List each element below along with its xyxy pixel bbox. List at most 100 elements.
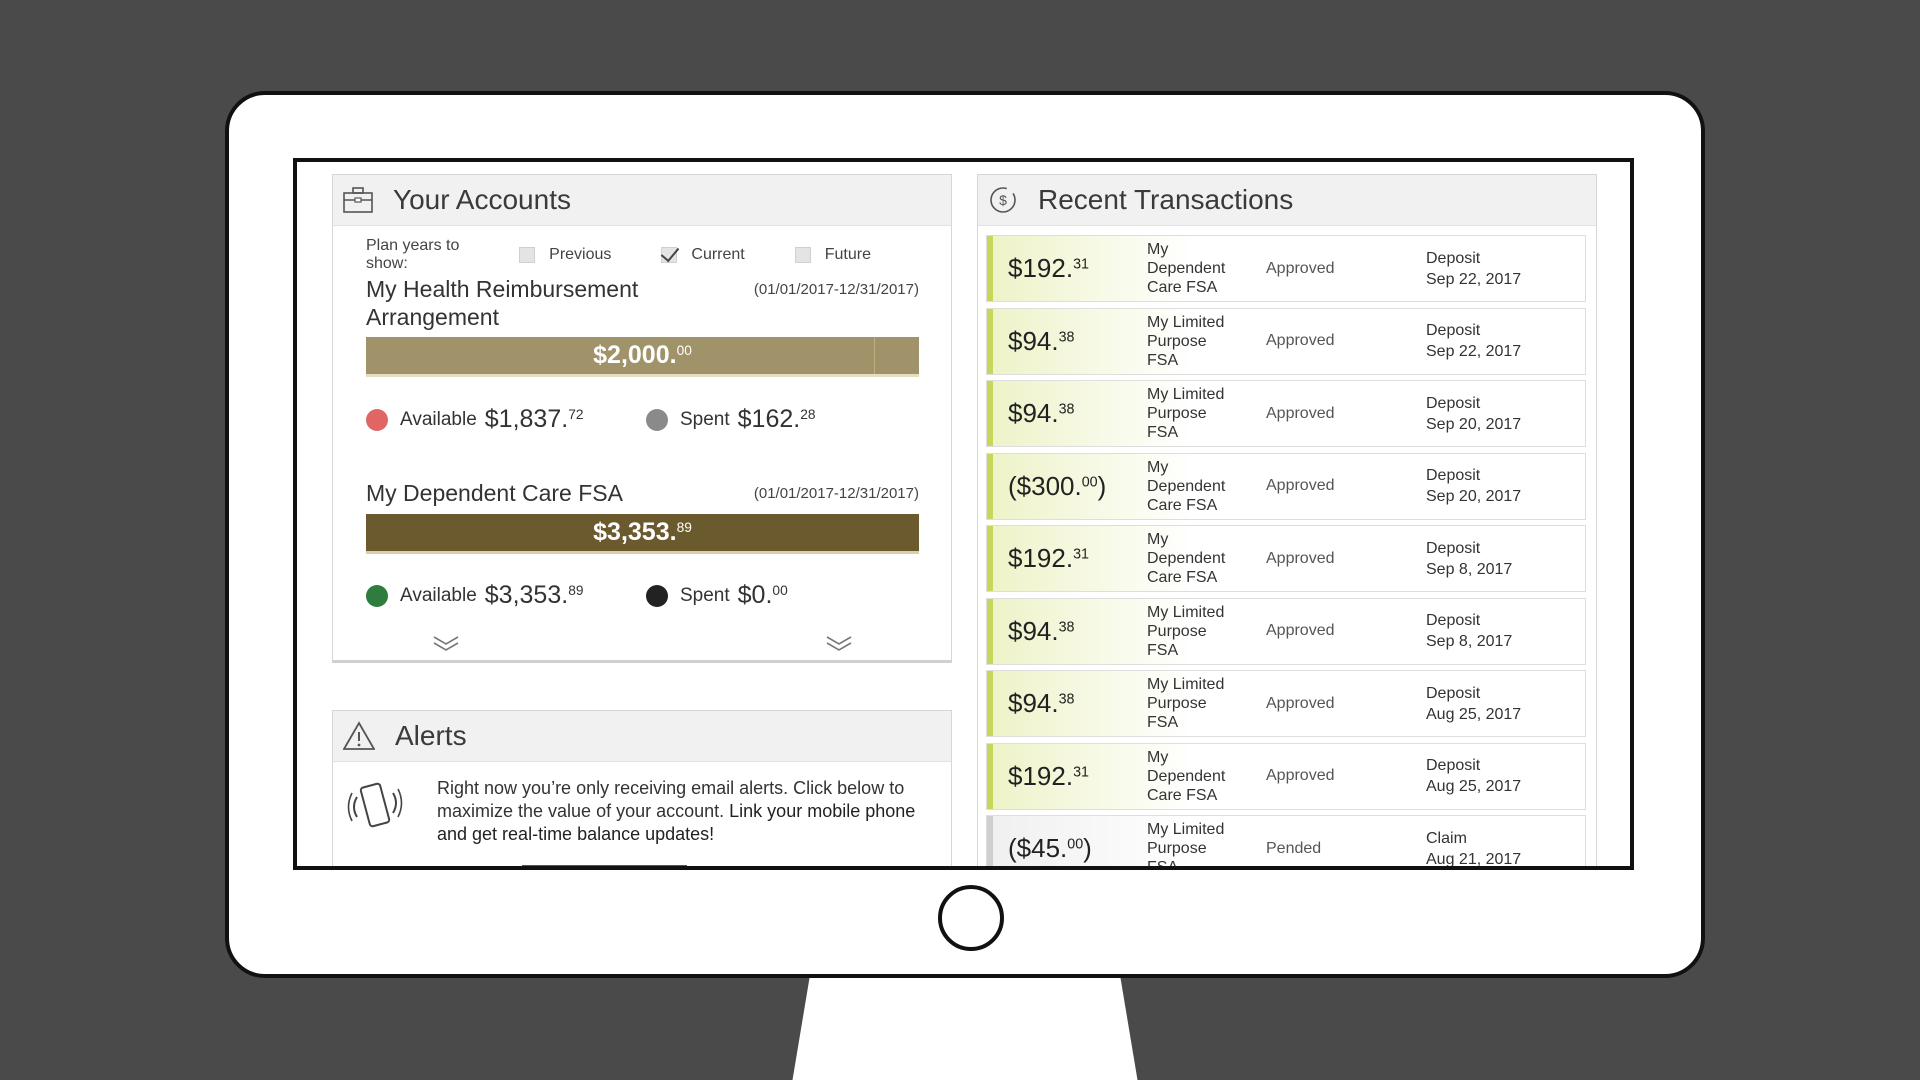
transaction-row[interactable]: $192.31 My Dependent Care FSA Approved Depo… (986, 525, 1586, 592)
account-legend: Available $1,837.72 Spent $162.28 (366, 405, 926, 434)
transaction-row[interactable]: $94.38 My Limited Purpose FSA Approved Depo… (986, 307, 1586, 375)
alerts-title: Alerts (395, 720, 467, 751)
transaction-date: Sep 8, 2017 (1426, 560, 1513, 578)
transaction-plan: My Dependent Care FSA (1147, 531, 1226, 586)
transaction-plan: My Limited Purpose FSA (1147, 386, 1225, 441)
transactions-panel: $ Recent Transactions $192.31 My Dependen… (977, 174, 1597, 867)
warning-icon (343, 721, 375, 751)
future-checkbox[interactable]: Future (794, 246, 871, 264)
checkbox-box[interactable] (794, 247, 811, 263)
transaction-row[interactable]: $94.38 My Limited Purpose FSA Approved Depo… (986, 380, 1586, 447)
account-name[interactable]: My Dependent Care FSA (366, 479, 696, 507)
spent-label: Spent (680, 584, 730, 606)
monitor-home-button (938, 885, 1004, 951)
transaction-type-date: Deposit Aug 25, 2017 (1426, 755, 1521, 797)
transaction-type-date: Claim Aug 21, 2017 (1426, 828, 1521, 867)
transaction-plan: My Dependent Care FSA (1147, 748, 1226, 804)
checkbox-box[interactable] (661, 247, 678, 263)
account-dates: (01/01/2017-12/31/2017) (753, 281, 919, 298)
transaction-type: Deposit (1426, 249, 1481, 267)
transaction-date: Aug 25, 2017 (1426, 778, 1522, 795)
transaction-plan: My Dependent Care FSA (1147, 458, 1226, 514)
transaction-type-date: Deposit Sep 22, 2017 (1426, 248, 1521, 290)
expand-chevron-icon[interactable] (433, 635, 459, 653)
transaction-date: Sep 20, 2017 (1426, 488, 1522, 505)
available-item: Available $3,353.89 (366, 581, 646, 610)
spent-item: Spent $162.28 (646, 405, 926, 434)
transaction-type: Deposit (1426, 394, 1481, 412)
transaction-type-date: Deposit Sep 22, 2017 (1426, 320, 1521, 362)
spent-dot (646, 408, 668, 431)
checkbox-box[interactable] (519, 247, 536, 263)
transaction-date: Sep 22, 2017 (1426, 270, 1522, 288)
transaction-plan: My Limited Purpose FSA (1147, 603, 1225, 659)
transaction-type-date: Deposit Sep 20, 2017 (1426, 465, 1521, 507)
spent-item: Spent $0.00 (646, 581, 926, 610)
expand-chevron-icon[interactable] (826, 635, 852, 653)
transaction-type: Claim (1426, 829, 1467, 847)
transaction-status: Approved (1266, 767, 1335, 784)
accounts-panel: Your Accounts Plan years to show: Previo… (332, 174, 952, 663)
transaction-row[interactable]: $192.31 My Dependent Care FSA Approved Depo… (986, 742, 1586, 810)
account-total: $3,353.89 (593, 518, 692, 546)
briefcase-icon (343, 187, 373, 213)
transaction-amount: $94.38 (1008, 615, 1075, 646)
transaction-row[interactable]: ($45.00) My Limited Purpose FSA Pended Clai… (986, 815, 1586, 867)
plan-years-label: Plan years to show: (366, 237, 460, 272)
account-balance-bar: $3,353.89 (366, 514, 919, 554)
checkbox-label: Previous (549, 246, 612, 263)
transaction-type-date: Deposit Sep 8, 2017 (1426, 610, 1512, 652)
plan-years-filter: Plan years to show: Previous Current Fut… (366, 237, 921, 273)
transaction-row[interactable]: $192.31 My Dependent Care FSA Approved Depo… (986, 235, 1586, 302)
mobile-phone-icon (347, 779, 403, 840)
available-dot (366, 408, 388, 431)
transaction-amount: ($300.00) (1008, 470, 1107, 501)
svg-text:$: $ (999, 192, 1007, 208)
transaction-row[interactable]: $94.38 My Limited Purpose FSA Approved Depo… (986, 597, 1586, 665)
transaction-type: Deposit (1426, 684, 1481, 702)
transaction-type-date: Deposit Sep 20, 2017 (1426, 393, 1521, 435)
spent-amount: $162.28 (737, 405, 816, 433)
alert-message: Right now you’re only receiving email al… (437, 777, 937, 846)
transaction-amount: $192.31 (1008, 760, 1089, 791)
alerts-action-button[interactable] (522, 865, 687, 866)
account-name[interactable]: My Health Reimbursement Arrangement (366, 275, 696, 331)
transaction-status: Approved (1266, 622, 1335, 639)
account-total: $2,000.00 (593, 341, 692, 369)
transaction-type: Deposit (1426, 539, 1481, 557)
available-label: Available (400, 584, 477, 606)
transaction-status: Approved (1266, 332, 1335, 349)
transaction-date: Sep 8, 2017 (1426, 633, 1513, 650)
transaction-status: Pended (1266, 839, 1322, 857)
transaction-type: Deposit (1426, 757, 1481, 774)
accounts-title: Your Accounts (393, 184, 571, 215)
transactions-header: $ Recent Transactions (978, 175, 1596, 226)
available-amount: $3,353.89 (484, 581, 584, 609)
alerts-header: Alerts (333, 711, 951, 762)
account-legend: Available $3,353.89 Spent $0.00 (366, 581, 926, 610)
transaction-type-date: Deposit Aug 25, 2017 (1426, 683, 1521, 725)
spent-amount: $0.00 (737, 581, 788, 609)
transaction-plan: My Dependent Care FSA (1147, 241, 1226, 296)
transaction-date: Sep 22, 2017 (1426, 343, 1522, 360)
account-dependent-care[interactable]: My Dependent Care FSA (01/01/2017-12/31/… (366, 479, 919, 609)
spent-dot (646, 584, 668, 607)
transactions-title: Recent Transactions (1038, 184, 1294, 215)
checkbox-label: Current (691, 246, 745, 263)
transaction-plan: My Limited Purpose FSA (1147, 313, 1225, 369)
current-checkbox[interactable]: Current (661, 246, 745, 264)
accounts-header: Your Accounts (333, 175, 951, 226)
transaction-status: Approved (1266, 404, 1335, 422)
monitor-stand (790, 975, 1140, 1080)
transaction-row[interactable]: ($300.00) My Dependent Care FSA Approved De… (986, 452, 1586, 520)
transaction-row[interactable]: $94.38 My Limited Purpose FSA Approved Depo… (986, 670, 1586, 737)
dollar-circle-icon: $ (988, 185, 1018, 215)
account-hra[interactable]: My Health Reimbursement Arrangement (01/… (366, 275, 919, 433)
previous-checkbox[interactable]: Previous (519, 246, 611, 264)
transaction-type: Deposit (1426, 612, 1481, 629)
spent-segment (874, 337, 919, 374)
account-balance-bar: $2,000.00 (366, 337, 919, 377)
spent-label: Spent (680, 408, 730, 430)
transaction-amount: $192.31 (1008, 543, 1089, 573)
transaction-date: Aug 25, 2017 (1426, 705, 1522, 723)
